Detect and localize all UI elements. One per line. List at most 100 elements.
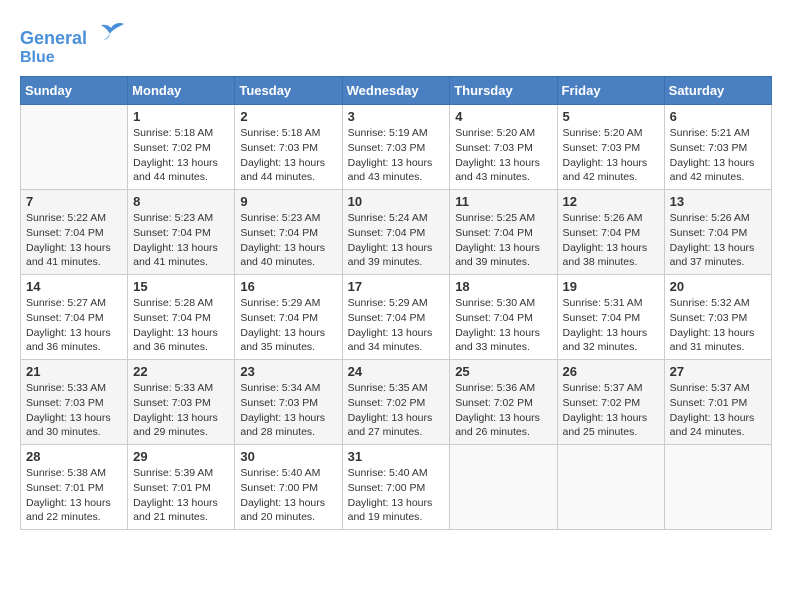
calendar-cell: 14 Sunrise: 5:27 AM Sunset: 7:04 PM Dayli…	[21, 275, 128, 360]
cell-info: Sunrise: 5:28 AM Sunset: 7:04 PM Dayligh…	[133, 296, 229, 355]
calendar-cell: 15 Sunrise: 5:28 AM Sunset: 7:04 PM Dayli…	[128, 275, 235, 360]
cell-date: 21	[26, 364, 122, 379]
column-header-monday: Monday	[128, 77, 235, 105]
cell-date: 22	[133, 364, 229, 379]
cell-date: 12	[563, 194, 659, 209]
calendar-cell: 2 Sunrise: 5:18 AM Sunset: 7:03 PM Daylig…	[235, 105, 342, 190]
column-header-friday: Friday	[557, 77, 664, 105]
cell-date: 29	[133, 449, 229, 464]
cell-info: Sunrise: 5:19 AM Sunset: 7:03 PM Dayligh…	[348, 126, 445, 185]
cell-info: Sunrise: 5:30 AM Sunset: 7:04 PM Dayligh…	[455, 296, 551, 355]
calendar-table: SundayMondayTuesdayWednesdayThursdayFrid…	[20, 76, 772, 530]
calendar-cell: 29Sunrise: 5:39 AM Sunset: 7:01 PM Dayli…	[128, 445, 235, 530]
week-row-2: 7Sunrise: 5:22 AM Sunset: 7:04 PM Daylig…	[21, 190, 772, 275]
cell-info: Sunrise: 5:27 AM Sunset: 7:04 PM Dayligh…	[26, 296, 122, 355]
cell-info: Sunrise: 5:37 AM Sunset: 7:02 PM Dayligh…	[563, 381, 659, 440]
calendar-cell: 18 Sunrise: 5:30 AM Sunset: 7:04 PM Dayli…	[450, 275, 557, 360]
cell-date: 11	[455, 194, 551, 209]
cell-date: 28	[26, 449, 122, 464]
cell-info: Sunrise: 5:32 AM Sunset: 7:03 PM Dayligh…	[670, 296, 766, 355]
column-header-thursday: Thursday	[450, 77, 557, 105]
calendar-cell: 6 Sunrise: 5:21 AM Sunset: 7:03 PM Daylig…	[664, 105, 771, 190]
week-row-5: 28 Sunrise: 5:38 AM Sunset: 7:01 PM Dayli…	[21, 445, 772, 530]
calendar-cell: 22 Sunrise: 5:33 AM Sunset: 7:03 PM Dayli…	[128, 360, 235, 445]
cell-date: 4	[455, 109, 551, 124]
week-row-3: 14 Sunrise: 5:27 AM Sunset: 7:04 PM Dayli…	[21, 275, 772, 360]
cell-info: Sunrise: 5:37 AM Sunset: 7:01 PM Dayligh…	[670, 381, 766, 440]
logo-blue: Blue	[20, 49, 126, 67]
cell-info: Sunrise: 5:23 AM Sunset: 7:04 PM Dayligh…	[133, 211, 229, 270]
cell-date: 14	[26, 279, 122, 294]
cell-info: Sunrise: 5:40 AM Sunset: 7:00 PM Dayligh…	[348, 466, 445, 525]
cell-date: 2	[240, 109, 336, 124]
calendar-cell: 1 Sunrise: 5:18 AM Sunset: 7:02 PM Daylig…	[128, 105, 235, 190]
calendar-cell: 10 Sunrise: 5:24 AM Sunset: 7:04 PM Dayli…	[342, 190, 450, 275]
cell-info: Sunrise: 5:35 AM Sunset: 7:02 PM Dayligh…	[348, 381, 445, 440]
cell-date: 26	[563, 364, 659, 379]
cell-date: 25	[455, 364, 551, 379]
cell-date: 31	[348, 449, 445, 464]
cell-info: Sunrise: 5:18 AM Sunset: 7:03 PM Dayligh…	[240, 126, 336, 185]
calendar-cell: 7Sunrise: 5:22 AM Sunset: 7:04 PM Daylig…	[21, 190, 128, 275]
week-row-1: 1 Sunrise: 5:18 AM Sunset: 7:02 PM Daylig…	[21, 105, 772, 190]
calendar-cell: 31 Sunrise: 5:40 AM Sunset: 7:00 PM Dayli…	[342, 445, 450, 530]
calendar-cell: 5 Sunrise: 5:20 AM Sunset: 7:03 PM Daylig…	[557, 105, 664, 190]
cell-info: Sunrise: 5:36 AM Sunset: 7:02 PM Dayligh…	[455, 381, 551, 440]
column-header-sunday: Sunday	[21, 77, 128, 105]
calendar-cell: 25 Sunrise: 5:36 AM Sunset: 7:02 PM Dayli…	[450, 360, 557, 445]
cell-date: 5	[563, 109, 659, 124]
calendar-cell: 11 Sunrise: 5:25 AM Sunset: 7:04 PM Dayli…	[450, 190, 557, 275]
column-header-tuesday: Tuesday	[235, 77, 342, 105]
logo-general: General	[20, 28, 87, 48]
logo-text: General	[20, 20, 126, 49]
calendar-cell: 8Sunrise: 5:23 AM Sunset: 7:04 PM Daylig…	[128, 190, 235, 275]
cell-info: Sunrise: 5:29 AM Sunset: 7:04 PM Dayligh…	[348, 296, 445, 355]
cell-date: 16	[240, 279, 336, 294]
cell-info: Sunrise: 5:34 AM Sunset: 7:03 PM Dayligh…	[240, 381, 336, 440]
cell-date: 18	[455, 279, 551, 294]
cell-date: 15	[133, 279, 229, 294]
cell-info: Sunrise: 5:33 AM Sunset: 7:03 PM Dayligh…	[26, 381, 122, 440]
cell-info: Sunrise: 5:21 AM Sunset: 7:03 PM Dayligh…	[670, 126, 766, 185]
calendar-cell: 12Sunrise: 5:26 AM Sunset: 7:04 PM Dayli…	[557, 190, 664, 275]
calendar-cell: 28 Sunrise: 5:38 AM Sunset: 7:01 PM Dayli…	[21, 445, 128, 530]
cell-date: 30	[240, 449, 336, 464]
cell-date: 7	[26, 194, 122, 209]
logo: General Blue	[20, 20, 126, 66]
calendar-cell: 23 Sunrise: 5:34 AM Sunset: 7:03 PM Dayli…	[235, 360, 342, 445]
calendar-cell: 27 Sunrise: 5:37 AM Sunset: 7:01 PM Dayli…	[664, 360, 771, 445]
cell-info: Sunrise: 5:26 AM Sunset: 7:04 PM Dayligh…	[670, 211, 766, 270]
cell-date: 9	[240, 194, 336, 209]
cell-info: Sunrise: 5:20 AM Sunset: 7:03 PM Dayligh…	[563, 126, 659, 185]
cell-date: 1	[133, 109, 229, 124]
cell-date: 19	[563, 279, 659, 294]
cell-date: 10	[348, 194, 445, 209]
calendar-cell: 3 Sunrise: 5:19 AM Sunset: 7:03 PM Daylig…	[342, 105, 450, 190]
cell-info: Sunrise: 5:25 AM Sunset: 7:04 PM Dayligh…	[455, 211, 551, 270]
cell-date: 23	[240, 364, 336, 379]
cell-info: Sunrise: 5:29 AM Sunset: 7:04 PM Dayligh…	[240, 296, 336, 355]
cell-date: 27	[670, 364, 766, 379]
cell-info: Sunrise: 5:23 AM Sunset: 7:04 PM Dayligh…	[240, 211, 336, 270]
logo-bird-icon	[96, 20, 126, 44]
cell-date: 20	[670, 279, 766, 294]
cell-info: Sunrise: 5:33 AM Sunset: 7:03 PM Dayligh…	[133, 381, 229, 440]
column-header-wednesday: Wednesday	[342, 77, 450, 105]
calendar-cell: 30 Sunrise: 5:40 AM Sunset: 7:00 PM Dayli…	[235, 445, 342, 530]
calendar-cell: 21 Sunrise: 5:33 AM Sunset: 7:03 PM Dayli…	[21, 360, 128, 445]
cell-date: 6	[670, 109, 766, 124]
page-header: General Blue	[20, 20, 772, 66]
cell-info: Sunrise: 5:20 AM Sunset: 7:03 PM Dayligh…	[455, 126, 551, 185]
cell-info: Sunrise: 5:40 AM Sunset: 7:00 PM Dayligh…	[240, 466, 336, 525]
cell-info: Sunrise: 5:31 AM Sunset: 7:04 PM Dayligh…	[563, 296, 659, 355]
cell-date: 13	[670, 194, 766, 209]
calendar-cell	[450, 445, 557, 530]
cell-info: Sunrise: 5:38 AM Sunset: 7:01 PM Dayligh…	[26, 466, 122, 525]
calendar-cell: 24Sunrise: 5:35 AM Sunset: 7:02 PM Dayli…	[342, 360, 450, 445]
cell-info: Sunrise: 5:18 AM Sunset: 7:02 PM Dayligh…	[133, 126, 229, 185]
cell-info: Sunrise: 5:24 AM Sunset: 7:04 PM Dayligh…	[348, 211, 445, 270]
calendar-cell	[21, 105, 128, 190]
calendar-cell: 9 Sunrise: 5:23 AM Sunset: 7:04 PM Daylig…	[235, 190, 342, 275]
calendar-cell: 17Sunrise: 5:29 AM Sunset: 7:04 PM Dayli…	[342, 275, 450, 360]
cell-date: 3	[348, 109, 445, 124]
